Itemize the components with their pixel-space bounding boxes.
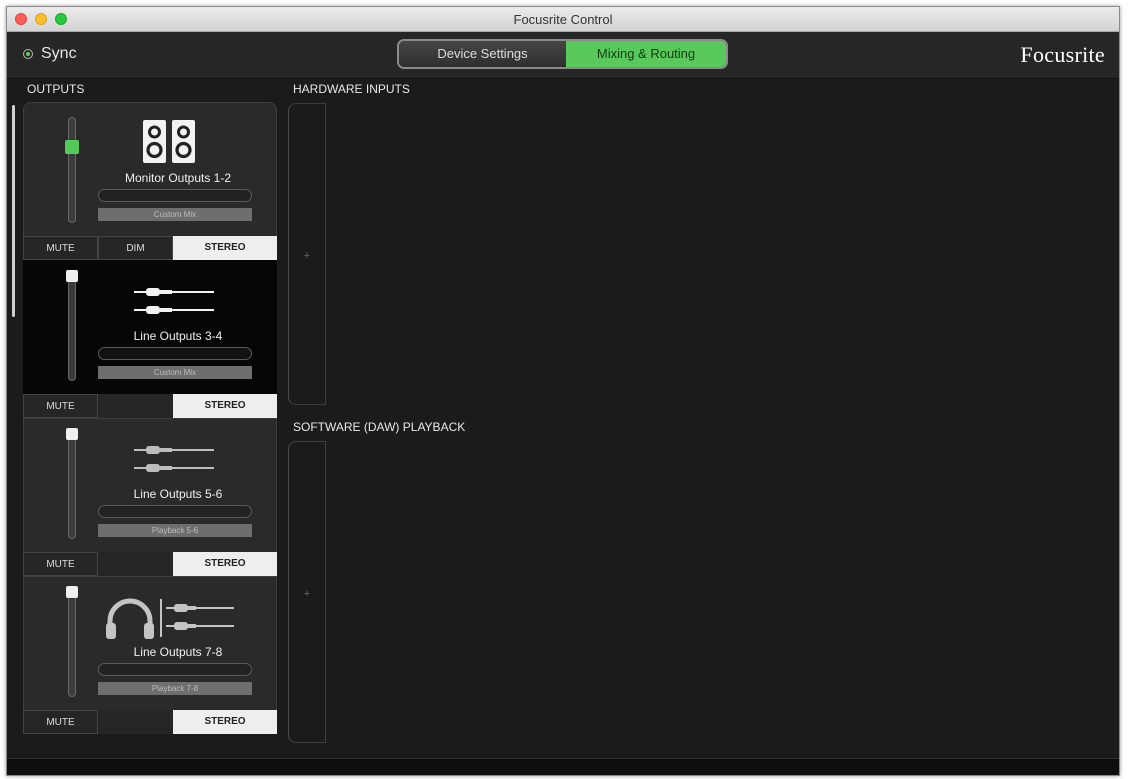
empty-button-slot (98, 552, 173, 576)
output-name: Monitor Outputs 1-2 (124, 171, 232, 185)
level-meter (98, 347, 252, 360)
toolbar: Sync Device Settings Mixing & Routing Fo… (7, 32, 1119, 79)
sync-status-icon (23, 49, 33, 59)
level-meter (98, 189, 252, 202)
title-bar: Focusrite Control (7, 7, 1119, 32)
output-buttons-5-6: MUTE STEREO (23, 552, 277, 576)
output-buttons-3-4: MUTE STEREO (23, 394, 277, 418)
mute-button[interactable]: MUTE (23, 552, 98, 576)
tab-mixing-routing[interactable]: Mixing & Routing (566, 41, 726, 67)
output-name: Line Outputs 5-6 (133, 487, 223, 501)
stereo-button[interactable]: STEREO (173, 552, 277, 576)
mute-button[interactable]: MUTE (23, 236, 98, 260)
monitor-speakers-icon (104, 117, 254, 169)
add-software-playback-icon[interactable]: + (289, 588, 325, 600)
hardware-inputs-heading: HARDWARE INPUTS (293, 82, 410, 96)
focusrite-logo: Focusrite (1020, 42, 1105, 67)
output-buttons-1-2: MUTE DIM STEREO (23, 236, 277, 260)
jack-cables-icon (104, 275, 254, 327)
volume-fader-knob[interactable] (65, 140, 79, 154)
volume-fader-knob[interactable] (66, 586, 78, 598)
volume-fader-track[interactable] (68, 275, 76, 381)
software-playback-strip[interactable]: + (288, 441, 326, 743)
stereo-button[interactable]: STEREO (173, 236, 277, 260)
mute-button[interactable]: MUTE (23, 394, 98, 418)
status-bar (7, 758, 1119, 775)
headphones-jack-icon (104, 591, 254, 643)
jack-cables-icon (104, 433, 254, 485)
volume-fader-knob[interactable] (66, 270, 78, 282)
window-title: Focusrite Control (513, 12, 613, 27)
dim-button[interactable]: DIM (98, 236, 173, 260)
hardware-inputs-strip[interactable]: + (288, 103, 326, 405)
volume-fader-track[interactable] (68, 433, 76, 539)
mix-source-selector[interactable]: Custom Mix (98, 366, 252, 379)
view-tabs: Device Settings Mixing & Routing (397, 39, 728, 69)
level-meter (98, 505, 252, 518)
output-name: Line Outputs 7-8 (133, 645, 223, 659)
mix-source-selector[interactable]: Custom Mix (98, 208, 252, 221)
add-hardware-input-icon[interactable]: + (289, 250, 325, 262)
app-window: Focusrite Control Sync Device Settings M… (6, 6, 1120, 776)
software-playback-heading: SOFTWARE (DAW) PLAYBACK (293, 420, 466, 434)
sync-label: Sync (41, 45, 77, 62)
volume-fader-knob[interactable] (66, 428, 78, 440)
volume-fader-track[interactable] (68, 117, 76, 223)
empty-button-slot (98, 710, 173, 734)
level-meter (98, 663, 252, 676)
output-name: Line Outputs 3-4 (133, 329, 223, 343)
tab-device-settings[interactable]: Device Settings (399, 41, 566, 67)
stereo-button[interactable]: STEREO (173, 710, 277, 734)
mute-button[interactable]: MUTE (23, 710, 98, 734)
empty-button-slot (98, 394, 173, 418)
outputs-heading: OUTPUTS (27, 82, 85, 96)
stereo-button[interactable]: STEREO (173, 394, 277, 418)
mix-source-selector[interactable]: Playback 7-8 (98, 682, 252, 695)
volume-fader-track[interactable] (68, 591, 76, 697)
outputs-scrollbar[interactable] (12, 105, 15, 317)
output-buttons-7-8: MUTE STEREO (23, 710, 277, 734)
mix-source-selector[interactable]: Playback 5-6 (98, 524, 252, 537)
